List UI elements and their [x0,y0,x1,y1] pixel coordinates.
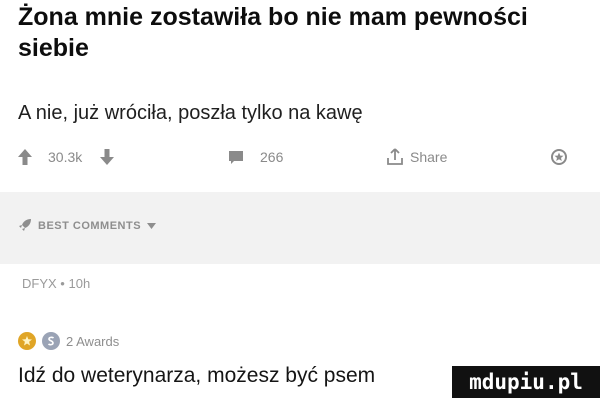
share-button[interactable]: Share [386,142,447,172]
comment-count: 266 [260,149,284,165]
meta-separator: • [60,276,65,291]
post-action-bar: 30.3k 266 Share [18,142,588,172]
comment-text: Idź do weterynarza, możesz być psem [18,364,376,387]
comments-sort-dropdown[interactable]: BEST COMMENTS [18,212,157,240]
upvote-icon[interactable] [18,149,32,165]
gold-award-icon [18,332,36,350]
awards-label: 2 Awards [66,333,120,349]
rocket-icon [18,218,32,235]
share-icon [386,148,404,166]
comment-awards[interactable]: 2 Awards [18,328,119,354]
comments-button[interactable]: 266 [228,142,283,172]
upvote-count: 30.3k [48,149,83,165]
comment-bubble-icon [228,150,244,165]
downvote-icon[interactable] [100,149,115,165]
sort-label: BEST COMMENTS [38,220,142,232]
site-watermark: mdupiu.pl [452,366,600,398]
comment-author[interactable]: DFYX [22,276,57,291]
post-body: A nie, już wróciła, poszła tylko na kawę [18,102,363,124]
comment-meta: DFYX • 10h [22,276,90,291]
award-outline-icon [550,148,568,166]
chevron-down-icon [147,220,157,232]
post-title: Żona mnie zostawiła bo nie mam pewności … [18,3,528,62]
silver-award-icon [42,332,60,350]
vote-group: 30.3k [18,142,115,172]
save-button[interactable] [550,142,568,172]
comment-age: 10h [68,276,91,291]
share-label: Share [410,149,448,165]
